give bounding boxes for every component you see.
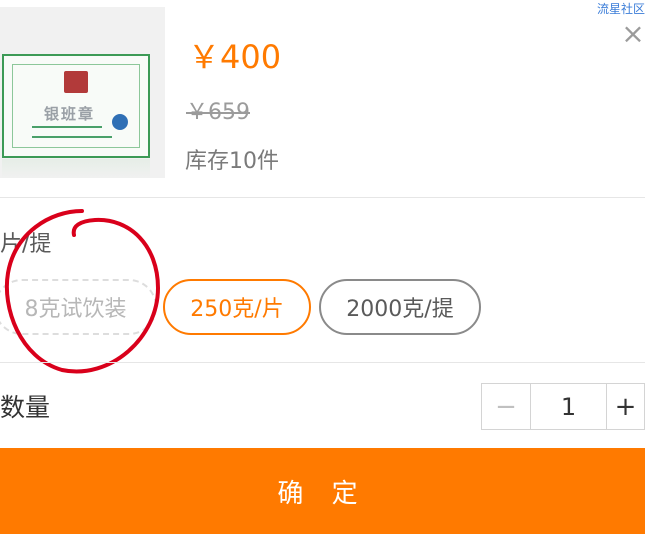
divider <box>0 197 645 198</box>
stock-count: 库存10件 <box>185 149 279 174</box>
spec-option-2000g[interactable]: 2000克/提 <box>319 279 481 335</box>
increment-button[interactable]: + <box>607 384 644 429</box>
spec-option-250g[interactable]: 250克/片 <box>163 279 311 335</box>
tea-box-title: 银班章 <box>44 105 96 123</box>
divider <box>0 362 645 363</box>
spec-label: 片/提 <box>0 232 52 257</box>
certification-badge-icon <box>112 114 128 130</box>
tea-brand-emblem <box>64 71 88 93</box>
product-price: ￥400 <box>188 38 282 76</box>
quantity-input[interactable]: 1 <box>531 384 607 429</box>
community-link[interactable]: 流星社区 <box>597 0 645 17</box>
confirm-button[interactable]: 确 定 <box>0 448 645 534</box>
original-price: ￥659 <box>186 100 250 125</box>
quantity-label: 数量 <box>0 393 51 422</box>
tea-box-graphic: 银班章 <box>2 54 150 158</box>
product-image: 银班章 <box>0 7 165 178</box>
decrement-button[interactable]: − <box>482 384 531 429</box>
spec-option-trial[interactable]: 8克试饮装 <box>0 279 157 335</box>
close-icon[interactable]: × <box>621 19 645 49</box>
quantity-stepper: − 1 + <box>481 383 645 430</box>
